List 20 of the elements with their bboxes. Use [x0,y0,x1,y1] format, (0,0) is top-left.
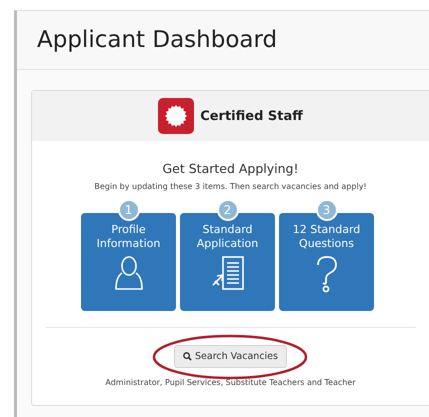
step-label: Standard Application [196,223,260,251]
categories-text: Administrator, Pupil Services, Substitute Teachers and Teacher [105,378,356,387]
question-mark-icon [314,255,338,293]
search-vacancies-button[interactable]: Search Vacancies [174,345,287,368]
search-icon [183,352,192,361]
step-tile[interactable]: 12 Standard Questions [279,213,374,311]
step-tile[interactable]: Standard Application [180,213,275,311]
person-icon [114,255,144,291]
card-title: Certified Staff [200,108,303,124]
seal-icon [158,98,194,134]
step-label: 12 Standard Questions [292,223,362,251]
step-tile[interactable]: Profile Information [81,213,176,311]
section-heading: Get Started Applying! [162,161,299,176]
step-number: 3 [316,199,338,221]
step-label: Profile Information [96,223,162,251]
step-number: 2 [216,199,238,221]
page-title: Applicant Dashboard [37,27,278,53]
instructions-text: Begin by updating these 3 items. Then search vacancies and apply! [94,182,367,191]
document-pointer-icon [210,255,244,291]
step-number: 1 [118,199,140,221]
